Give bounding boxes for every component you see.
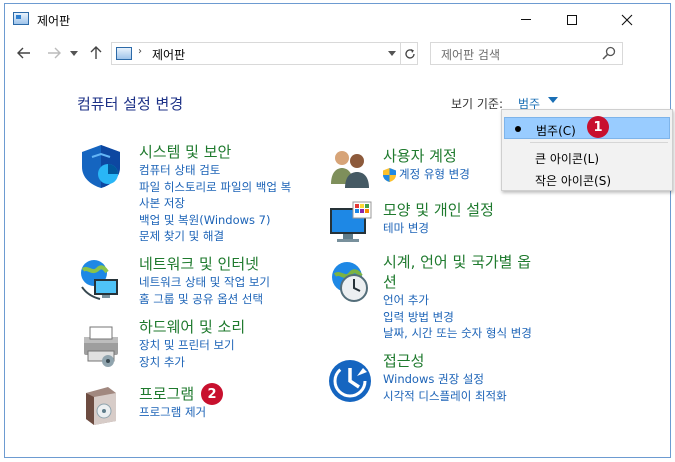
category-system-security: 시스템 및 보안 컴퓨터 상태 검토 파일 히스토리로 파일의 백업 복 사본 … bbox=[139, 142, 291, 245]
link-devices-printers[interactable]: 장치 및 프린터 보기 bbox=[139, 337, 245, 354]
address-bar[interactable]: › 제어판 bbox=[111, 42, 418, 65]
menu-item-small-icons[interactable]: 작은 아이콘(S) bbox=[504, 168, 670, 190]
category-title-user-accounts[interactable]: 사용자 계정 bbox=[383, 146, 470, 166]
maximize-button[interactable] bbox=[549, 4, 595, 35]
window-title: 제어판 bbox=[37, 14, 71, 28]
menu-item-large-icons[interactable]: 큰 아이콘(L) bbox=[504, 146, 670, 168]
breadcrumb-separator[interactable]: › bbox=[138, 46, 142, 57]
link-change-account-type-label[interactable]: 계정 유형 변경 bbox=[399, 167, 470, 181]
category-title-appearance[interactable]: 모양 및 개인 설정 bbox=[383, 200, 494, 220]
control-panel-small-icon bbox=[116, 47, 132, 60]
category-title-programs[interactable]: 프로그램 bbox=[139, 384, 206, 404]
category-network-internet: 네트워크 및 인터넷 네트워크 상태 및 작업 보기 홈 그룹 및 공유 옵션 … bbox=[139, 254, 270, 307]
menu-item-large-icons-label: 큰 아이콘(L) bbox=[535, 152, 600, 166]
category-title-ease-of-access[interactable]: 접근성 bbox=[383, 351, 507, 371]
search-icon[interactable] bbox=[602, 46, 616, 60]
category-title-clock[interactable]: 시계, 언어 및 국가별 옵 bbox=[383, 252, 532, 272]
back-arrow-icon bbox=[17, 47, 30, 59]
link-change-date-format[interactable]: 날짜, 시간 또는 숫자 형식 변경 bbox=[383, 325, 532, 342]
chevron-down-icon bbox=[70, 50, 78, 56]
link-uninstall-program[interactable]: 프로그램 제거 bbox=[139, 404, 206, 421]
up-button[interactable] bbox=[85, 42, 107, 64]
category-ease-of-access: 접근성 Windows 권장 설정 시각적 디스플레이 최적화 bbox=[383, 351, 507, 404]
menu-item-category-label: 범주(C) bbox=[536, 124, 576, 138]
link-change-input-methods[interactable]: 입력 방법 변경 bbox=[383, 309, 532, 326]
clock-globe-icon[interactable] bbox=[327, 259, 373, 305]
title-bar[interactable]: 제어판 bbox=[5, 4, 670, 35]
network-icon[interactable] bbox=[78, 257, 124, 303]
navigation-bar: › 제어판 제어판 검색 bbox=[5, 38, 670, 68]
page-title: 컴퓨터 설정 변경 bbox=[77, 95, 184, 113]
link-change-theme[interactable]: 테마 변경 bbox=[383, 220, 494, 237]
back-button[interactable] bbox=[13, 42, 35, 64]
close-button[interactable] bbox=[597, 4, 657, 35]
link-network-status[interactable]: 네트워크 상태 및 작업 보기 bbox=[139, 274, 270, 291]
chevron-down-icon bbox=[388, 51, 396, 56]
view-by-chevron-icon[interactable] bbox=[548, 97, 558, 103]
accessibility-icon[interactable] bbox=[327, 358, 373, 404]
control-panel-window: 제어판 › 제어판 제어판 검색 컴퓨터 설정 변경 보기 기준: 범주 시스템… bbox=[4, 3, 671, 458]
forward-button[interactable] bbox=[43, 42, 65, 64]
minimize-button[interactable] bbox=[503, 4, 549, 35]
link-file-history[interactable]: 파일 히스토리로 파일의 백업 복 bbox=[139, 179, 291, 196]
address-dropdown-button[interactable] bbox=[384, 43, 400, 64]
link-optimize-display[interactable]: 시각적 디스플레이 최적화 bbox=[383, 388, 507, 405]
category-appearance: 모양 및 개인 설정 테마 변경 bbox=[383, 200, 494, 237]
close-icon bbox=[621, 14, 633, 25]
printer-icon[interactable] bbox=[78, 321, 124, 367]
monitor-icon[interactable] bbox=[327, 200, 375, 248]
view-by-menu: 범주(C) 큰 아이콘(L) 작은 아이콘(S) bbox=[501, 109, 673, 191]
category-title-hardware[interactable]: 하드웨어 및 소리 bbox=[139, 317, 245, 337]
link-add-language[interactable]: 언어 추가 bbox=[383, 292, 532, 309]
search-box[interactable]: 제어판 검색 bbox=[430, 42, 623, 65]
annotation-badge-1: 1 bbox=[587, 116, 609, 138]
shield-icon[interactable] bbox=[78, 143, 124, 189]
category-user-accounts: 사용자 계정 계정 유형 변경 bbox=[383, 146, 470, 183]
uac-shield-icon bbox=[383, 168, 396, 182]
breadcrumb-control-panel[interactable]: 제어판 bbox=[152, 46, 185, 63]
link-change-account-type[interactable]: 계정 유형 변경 bbox=[383, 166, 470, 183]
users-icon[interactable] bbox=[327, 144, 373, 190]
programs-icon[interactable] bbox=[78, 381, 124, 427]
forward-arrow-icon bbox=[48, 47, 61, 59]
maximize-icon bbox=[567, 14, 577, 25]
link-troubleshoot[interactable]: 문제 찾기 및 해결 bbox=[139, 228, 291, 245]
category-title-network[interactable]: 네트워크 및 인터넷 bbox=[139, 254, 270, 274]
refresh-button[interactable] bbox=[400, 43, 418, 64]
category-title-clock-cont[interactable]: 션 bbox=[383, 272, 532, 292]
category-hardware-sound: 하드웨어 및 소리 장치 및 프린터 보기 장치 추가 bbox=[139, 317, 245, 370]
view-by-label: 보기 기준: bbox=[451, 97, 504, 111]
link-file-history-cont[interactable]: 사본 저장 bbox=[139, 195, 291, 212]
recent-locations-button[interactable] bbox=[67, 42, 81, 64]
search-placeholder: 제어판 검색 bbox=[441, 48, 501, 62]
link-add-device[interactable]: 장치 추가 bbox=[139, 354, 245, 371]
category-title-system-security[interactable]: 시스템 및 보안 bbox=[139, 142, 291, 162]
link-homegroup[interactable]: 홈 그룹 및 공유 옵션 선택 bbox=[139, 291, 270, 308]
control-panel-icon bbox=[13, 12, 29, 25]
up-arrow-icon bbox=[90, 46, 102, 59]
link-backup-restore[interactable]: 백업 및 복원(Windows 7) bbox=[139, 212, 291, 229]
refresh-icon bbox=[404, 48, 415, 59]
link-review-status[interactable]: 컴퓨터 상태 검토 bbox=[139, 162, 291, 179]
minimize-icon bbox=[521, 19, 531, 20]
selected-radio-dot-icon bbox=[515, 126, 521, 132]
link-windows-suggested-settings[interactable]: Windows 권장 설정 bbox=[383, 371, 507, 388]
category-programs: 프로그램 프로그램 제거 bbox=[139, 384, 206, 421]
category-clock-language-region: 시계, 언어 및 국가별 옵 션 언어 추가 입력 방법 변경 날짜, 시간 또… bbox=[383, 252, 532, 342]
menu-separator bbox=[530, 142, 668, 143]
menu-item-small-icons-label: 작은 아이콘(S) bbox=[535, 174, 611, 188]
annotation-badge-2: 2 bbox=[201, 383, 223, 405]
